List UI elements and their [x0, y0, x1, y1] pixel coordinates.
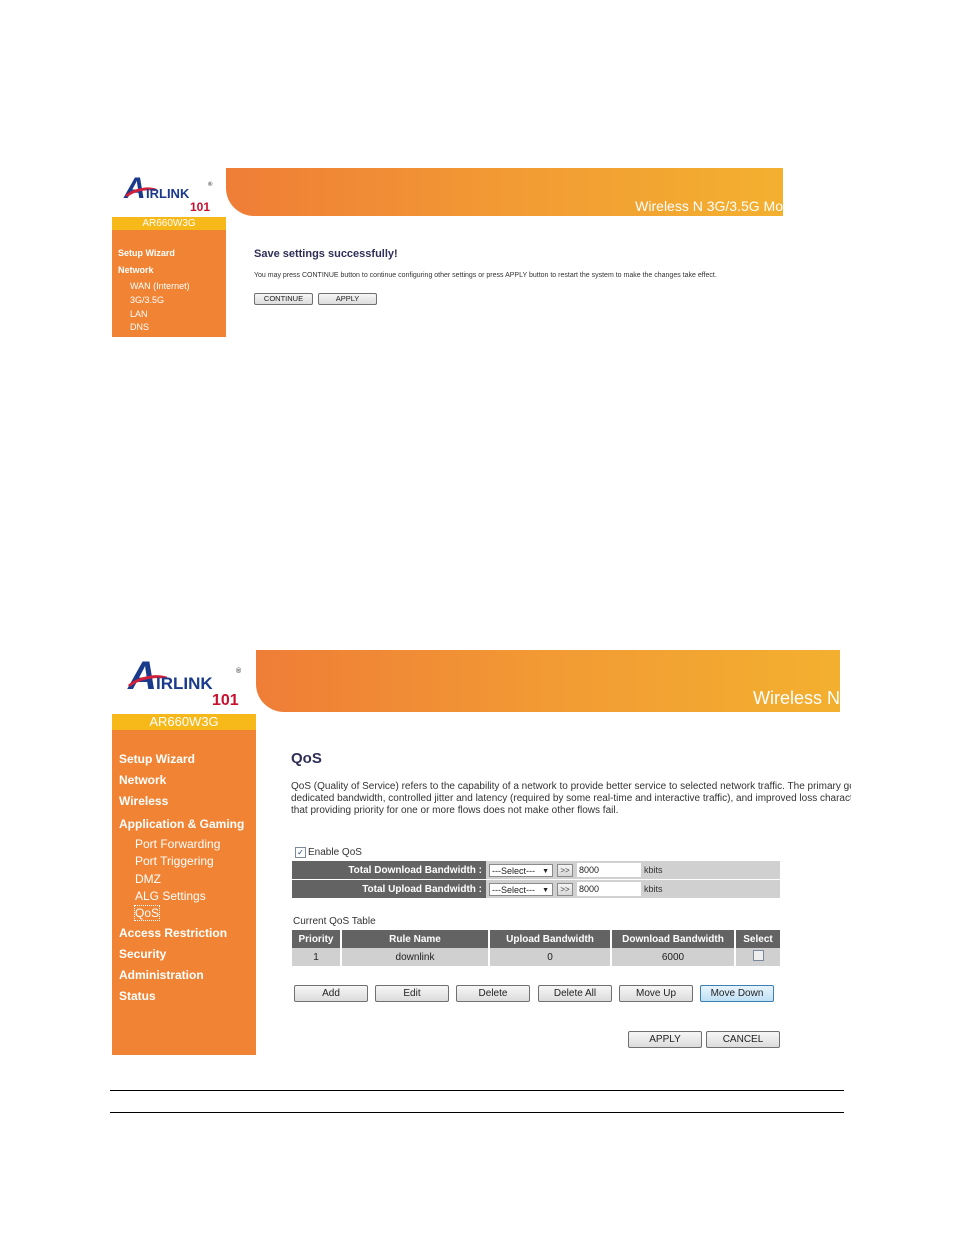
save-message: You may press CONTINUE button to continu…: [254, 272, 717, 279]
airlink-logo: A IRLINK ® 101: [112, 650, 256, 713]
sidebar-subitem-port-triggering[interactable]: Port Triggering: [135, 854, 214, 868]
logo-number: 101: [190, 200, 211, 214]
qos-screenshot: A IRLINK ® 101 AR660W3G Setup Wizard Net…: [112, 650, 851, 1055]
col-select: Select: [735, 930, 780, 948]
logo-name: IRLINK: [146, 186, 190, 201]
description-line: QoS (Quality of Service) refers to the c…: [291, 781, 851, 792]
banner-title: Wireless N 3G/3.5G Mo: [635, 198, 783, 214]
cell-rule-name: downlink: [341, 948, 490, 966]
sidebar-subitem-dmz[interactable]: DMZ: [135, 872, 161, 886]
download-apply-preset-button[interactable]: >>: [557, 863, 573, 877]
airlink-logo: A IRLINK ® 101: [112, 168, 226, 216]
sidebar-item-network[interactable]: Network: [118, 265, 154, 275]
enable-qos-checkbox[interactable]: ✓: [295, 847, 306, 858]
edit-button[interactable]: Edit: [375, 985, 449, 1002]
continue-button[interactable]: CONTINUE: [254, 293, 313, 305]
sidebar-item-wireless[interactable]: Wireless: [119, 794, 168, 808]
move-up-button[interactable]: Move Up: [619, 985, 693, 1002]
sidebar-item-setup-wizard[interactable]: Setup Wizard: [119, 752, 195, 766]
download-bandwidth-label: Total Download Bandwidth :: [292, 861, 486, 880]
sidebar-subitem-3g[interactable]: 3G/3.5G: [130, 295, 164, 305]
qos-description: QoS (Quality of Service) refers to the c…: [291, 781, 851, 817]
delete-all-button[interactable]: Delete All: [538, 985, 612, 1002]
sidebar-subitem-qos[interactable]: QoS: [133, 905, 161, 921]
sidebar-item-access-restriction[interactable]: Access Restriction: [119, 926, 227, 940]
table-row: 1 downlink 0 6000: [292, 948, 780, 966]
sidebar-item-application-gaming[interactable]: Application & Gaming: [119, 817, 244, 831]
model-name: AR660W3G: [112, 714, 256, 730]
description-line: that providing priority for one or more …: [291, 805, 619, 816]
header-banner: Wireless N: [256, 650, 840, 712]
description-line: dedicated bandwidth, controlled jitter a…: [291, 793, 851, 804]
page-divider-top: [110, 1090, 844, 1091]
logo-registered: ®: [208, 182, 213, 188]
sidebar-item-setup-wizard[interactable]: Setup Wizard: [118, 248, 175, 258]
download-bandwidth-select[interactable]: ---Select--- ▼: [489, 863, 553, 877]
banner-title: Wireless N: [752, 688, 840, 708]
cell-upload: 0: [489, 948, 612, 966]
enable-qos-label: Enable QoS: [308, 847, 362, 858]
download-unit-label: kbits: [644, 865, 663, 875]
col-upload-bandwidth: Upload Bandwidth: [489, 930, 612, 948]
sidebar: Setup Wizard Network WAN (Internet) 3G/3…: [112, 230, 226, 337]
add-button[interactable]: Add: [294, 985, 368, 1002]
upload-bandwidth-label: Total Upload Bandwidth :: [292, 879, 486, 899]
row-select-checkbox[interactable]: [752, 950, 764, 961]
sidebar-subitem-lan[interactable]: LAN: [130, 309, 148, 319]
delete-button[interactable]: Delete: [456, 985, 530, 1002]
upload-bandwidth-input[interactable]: 8000: [577, 882, 641, 896]
page-divider-bottom: [110, 1112, 844, 1113]
sidebar-subitem-wan[interactable]: WAN (Internet): [130, 281, 190, 291]
download-bandwidth-row: Total Download Bandwidth : ---Select--- ▼…: [292, 861, 780, 880]
chevron-down-icon: ▼: [542, 867, 549, 875]
upload-bandwidth-select[interactable]: ---Select--- ▼: [489, 882, 553, 896]
sidebar-item-security[interactable]: Security: [119, 947, 166, 961]
bandwidth-table: Total Download Bandwidth : ---Select--- ▼…: [292, 861, 780, 899]
upload-bandwidth-row: Total Upload Bandwidth : ---Select--- ▼ >>…: [292, 879, 780, 899]
sidebar: Setup Wizard Network Wireless Applicatio…: [112, 730, 256, 1055]
logo-name: IRLINK: [156, 674, 213, 693]
sidebar-subitem-port-forwarding[interactable]: Port Forwarding: [135, 837, 220, 851]
apply-button[interactable]: APPLY: [318, 293, 377, 305]
logo-registered: ®: [236, 668, 242, 675]
enable-qos-row: ✓ Enable QoS: [295, 847, 362, 858]
header-banner: Wireless N 3G/3.5G Mo: [226, 168, 783, 216]
model-name: AR660W3G: [112, 217, 226, 230]
sidebar-item-administration[interactable]: Administration: [119, 968, 204, 982]
col-rule-name: Rule Name: [341, 930, 490, 948]
upload-unit-label: kbits: [644, 884, 663, 894]
move-down-button[interactable]: Move Down: [700, 985, 774, 1002]
cell-download: 6000: [611, 948, 736, 966]
col-download-bandwidth: Download Bandwidth: [611, 930, 736, 948]
page-title: Save settings successfully!: [254, 248, 398, 260]
apply-button[interactable]: APPLY: [628, 1031, 702, 1048]
qos-table-caption: Current QoS Table: [293, 916, 376, 927]
qos-table: Priority Rule Name Upload Bandwidth Down…: [292, 930, 780, 966]
cancel-button[interactable]: CANCEL: [706, 1031, 780, 1048]
upload-apply-preset-button[interactable]: >>: [557, 882, 573, 896]
table-header-row: Priority Rule Name Upload Bandwidth Down…: [292, 930, 780, 948]
download-bandwidth-input[interactable]: 8000: [577, 863, 641, 877]
sidebar-subitem-alg-settings[interactable]: ALG Settings: [135, 889, 206, 903]
page-title: QoS: [291, 750, 322, 767]
logo-number: 101: [212, 692, 239, 709]
sidebar-item-status[interactable]: Status: [119, 989, 156, 1003]
col-priority: Priority: [292, 930, 342, 948]
sidebar-item-network[interactable]: Network: [119, 773, 166, 787]
save-settings-screenshot: A IRLINK ® 101 AR660W3G Setup Wizard Net…: [112, 168, 783, 337]
cell-priority: 1: [292, 948, 342, 966]
chevron-down-icon: ▼: [542, 886, 549, 894]
sidebar-subitem-dns[interactable]: DNS: [130, 322, 149, 332]
